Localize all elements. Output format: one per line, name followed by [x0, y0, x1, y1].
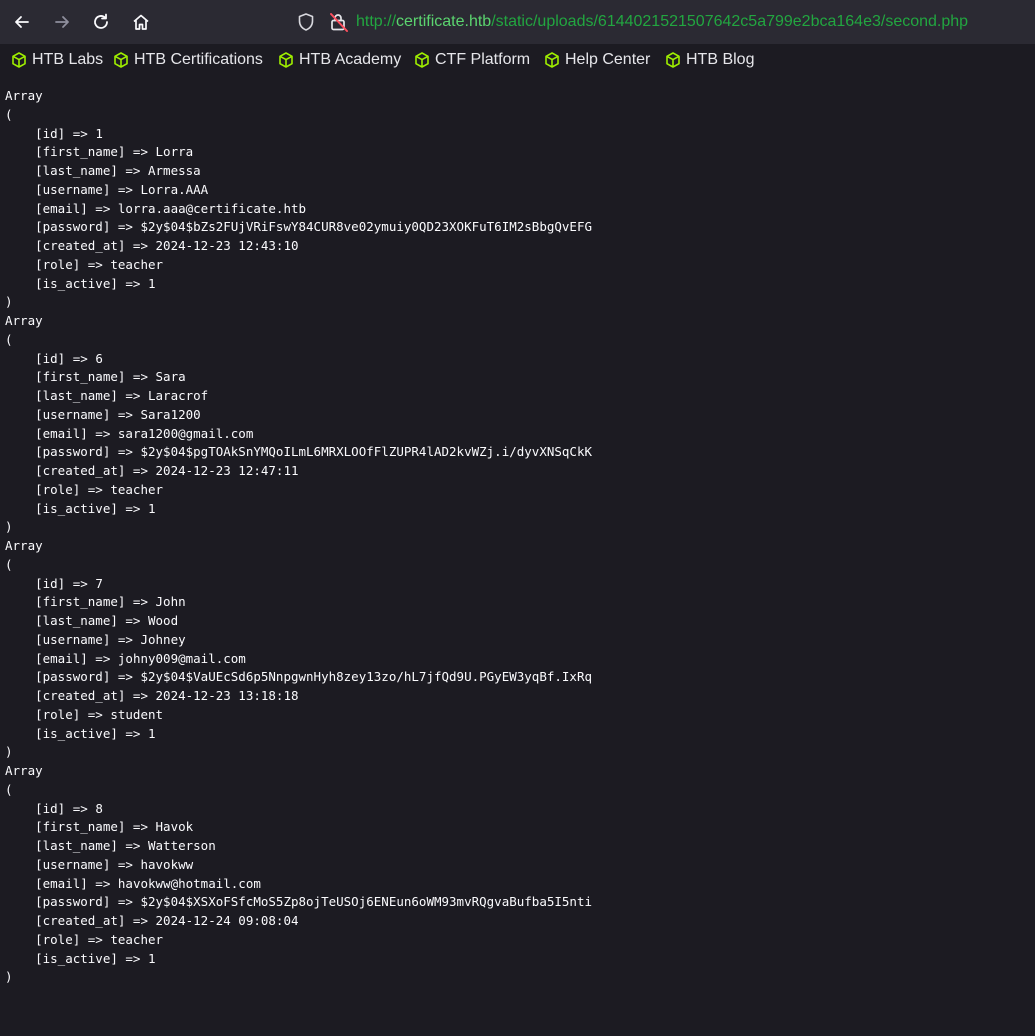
url-protocol: http:// — [356, 13, 397, 30]
htb-cube-icon — [545, 52, 559, 68]
field-last-name: [last_name] => Laracrof — [5, 388, 209, 403]
shield-icon[interactable] — [296, 12, 316, 32]
bookmark-htb-certifications[interactable]: HTB Certifications — [112, 50, 263, 70]
field-created-at: [created_at] => 2024-12-23 12:43:10 — [5, 238, 299, 253]
field-role: [role] => teacher — [5, 931, 164, 947]
url-text[interactable]: http://certificate.htb/static/uploads/61… — [356, 12, 968, 32]
bookmark-label: HTB Labs — [32, 51, 104, 68]
field-last-name: [last_name] => Watterson — [5, 838, 216, 853]
url-path: /static/uploads/6144021521507642c5a799e2… — [491, 13, 969, 30]
field-username: [username] => Sara1200 — [5, 406, 201, 422]
field-is-active: [is_active] => 1 — [5, 725, 156, 741]
field-is-active: [is_active] => 1 — [5, 950, 156, 966]
address-bar[interactable]: http://certificate.htb/static/uploads/61… — [290, 6, 1030, 38]
browser-toolbar: http://certificate.htb/static/uploads/61… — [0, 0, 1035, 44]
bookmark-ctf-platform[interactable]: CTF Platform — [413, 50, 530, 70]
field-username: [username] => Johney — [5, 631, 186, 647]
bookmarks-bar: HTB Labs HTB Certifications HTB Academy … — [0, 44, 1035, 77]
field-password: [password] => $2y$04$XSXoFSfcMoS5Zp8ojTe… — [5, 894, 593, 910]
htb-cube-icon — [12, 52, 26, 68]
field-role: [role] => teacher — [5, 481, 164, 497]
arrow-right-icon — [55, 16, 69, 28]
array-keyword: Array — [5, 313, 43, 328]
htb-cube-icon — [114, 52, 128, 68]
field-first-name: [first_name] => Havok — [5, 819, 194, 835]
forward-button[interactable] — [48, 8, 76, 36]
field-password: [password] => $2y$04$VaUEcSd6p5NnpgwnHyh… — [5, 669, 593, 685]
bookmark-label: HTB Certifications — [134, 51, 263, 68]
field-id: [id] => 8 — [5, 800, 103, 816]
array-keyword: Array — [5, 763, 43, 778]
htb-cube-icon — [279, 52, 293, 68]
page-content: Array( [id] => 1 [first_name] => Lorra [… — [0, 77, 1035, 1036]
bookmark-label: CTF Platform — [435, 51, 531, 68]
field-username: [username] => havokww — [5, 856, 194, 872]
field-first-name: [first_name] => Lorra — [5, 144, 194, 160]
url-domain: certificate.htb — [396, 13, 492, 30]
field-email: [email] => sara1200@gmail.com — [5, 425, 254, 441]
home-button[interactable] — [127, 8, 155, 36]
field-email: [email] => johny009@mail.com — [5, 650, 246, 666]
field-password: [password] => $2y$04$pgTOAkSnYMQoILmL6MR… — [5, 444, 593, 460]
field-email: [email] => havokww@hotmail.com — [5, 875, 261, 891]
field-created-at: [created_at] => 2024-12-24 09:08:04 — [5, 913, 299, 928]
htb-cube-icon — [666, 52, 680, 68]
field-role: [role] => student — [5, 706, 164, 722]
bookmark-label: HTB Academy — [299, 51, 402, 68]
arrow-left-icon — [15, 16, 29, 28]
field-role: [role] => teacher — [5, 256, 164, 272]
bookmark-htb-blog[interactable]: HTB Blog — [664, 50, 754, 70]
field-last-name: [last_name] => Armessa — [5, 163, 201, 178]
insecure-lock-icon[interactable] — [328, 11, 350, 33]
bookmark-htb-labs[interactable]: HTB Labs — [10, 50, 103, 70]
field-password: [password] => $2y$04$bZs2FUjVRiFswY84CUR… — [5, 219, 593, 235]
reload-icon — [94, 13, 108, 29]
back-button[interactable] — [8, 8, 36, 36]
field-created-at: [created_at] => 2024-12-23 13:18:18 — [5, 688, 299, 703]
field-id: [id] => 6 — [5, 350, 103, 366]
field-email: [email] => lorra.aaa@certificate.htb — [5, 200, 307, 216]
reload-button[interactable] — [87, 8, 115, 36]
bookmark-label: HTB Blog — [686, 51, 755, 68]
php-array-dump: Array( [id] => 1 [first_name] => Lorra [… — [5, 88, 593, 985]
array-keyword: Array — [5, 88, 43, 103]
field-id: [id] => 1 — [5, 125, 103, 141]
home-icon — [133, 14, 149, 30]
field-id: [id] => 7 — [5, 575, 103, 591]
field-first-name: [first_name] => John — [5, 594, 186, 610]
field-created-at: [created_at] => 2024-12-23 12:47:11 — [5, 463, 299, 478]
bookmark-label: Help Center — [565, 51, 651, 68]
field-is-active: [is_active] => 1 — [5, 500, 156, 516]
array-keyword: Array — [5, 538, 43, 553]
htb-cube-icon — [415, 52, 429, 68]
field-username: [username] => Lorra.AAA — [5, 181, 209, 197]
field-is-active: [is_active] => 1 — [5, 275, 156, 291]
field-first-name: [first_name] => Sara — [5, 369, 186, 385]
field-last-name: [last_name] => Wood — [5, 613, 179, 628]
bookmark-help-center[interactable]: Help Center — [543, 50, 650, 70]
bookmark-htb-academy[interactable]: HTB Academy — [277, 50, 401, 70]
